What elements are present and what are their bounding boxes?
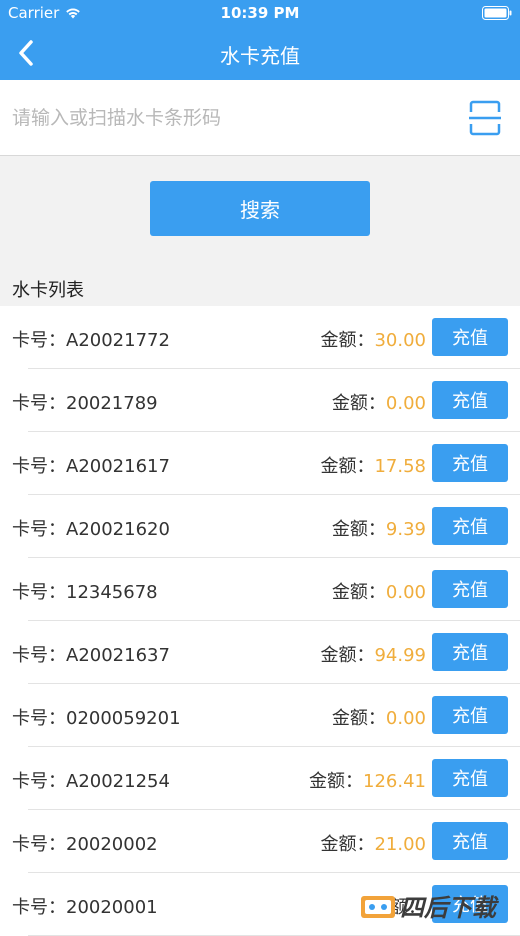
amount-value: 126.41: [363, 771, 426, 792]
card-row: 卡号：20021789金额：0.00充值: [0, 369, 520, 432]
card-number-value: A20021772: [66, 330, 170, 351]
status-time: 10:39 PM: [0, 4, 520, 22]
scan-barcode-button[interactable]: [468, 100, 502, 136]
barcode-search-input[interactable]: [12, 98, 442, 138]
card-number-label: 卡号：: [12, 834, 66, 855]
amount-value: 17.58: [374, 456, 426, 477]
card-number-value: 0200059201: [66, 708, 181, 729]
card-amount: 金额：0.00: [332, 389, 426, 415]
card-number-value: 12345678: [66, 582, 158, 603]
recharge-button[interactable]: 充值: [432, 444, 508, 482]
card-number: 卡号：A20021254: [12, 767, 170, 793]
card-amount: 金额：94.99: [320, 641, 426, 667]
card-number: 卡号：A20021637: [12, 641, 170, 667]
amount-value: 94.99: [374, 645, 426, 666]
card-amount: 金额：17.58: [320, 452, 426, 478]
card-number-label: 卡号：: [12, 330, 66, 351]
recharge-button[interactable]: 充值: [432, 696, 508, 734]
card-number-value: 20021789: [66, 393, 158, 414]
card-row: 卡号：0200059201金额：0.00充值: [0, 684, 520, 747]
card-number-value: A20021620: [66, 519, 170, 540]
watermark-text: 四后下载: [400, 888, 496, 923]
amount-value: 9.39: [386, 519, 426, 540]
card-number-label: 卡号：: [12, 708, 66, 729]
card-row: 卡号：A20021620金额：9.39充值: [0, 495, 520, 558]
amount-value: 0.00: [386, 393, 426, 414]
card-list: 卡号：A20021772金额：30.00充值卡号：20021789金额：0.00…: [0, 306, 520, 936]
card-list-title: 水卡列表: [12, 276, 84, 302]
recharge-button[interactable]: 充值: [432, 381, 508, 419]
card-number: 卡号：20020001: [12, 893, 158, 919]
card-number: 卡号：A20021617: [12, 452, 170, 478]
watermark: 四后下载: [360, 888, 510, 924]
card-number-label: 卡号：: [12, 519, 66, 540]
battery-icon: [482, 6, 512, 20]
card-amount: 金额：30.00: [320, 326, 426, 352]
status-bar: Carrier 10:39 PM: [0, 0, 520, 26]
navigation-bar: 水卡充值: [0, 26, 520, 80]
card-number-label: 卡号：: [12, 456, 66, 477]
amount-label: 金额：: [332, 582, 386, 603]
card-amount: 金额：0.00: [332, 704, 426, 730]
recharge-button[interactable]: 充值: [432, 507, 508, 545]
card-number-value: 20020001: [66, 897, 158, 918]
card-amount: 金额：126.41: [309, 767, 426, 793]
amount-label: 金额：: [320, 645, 374, 666]
watermark-logo-icon: [360, 892, 396, 922]
card-number: 卡号：20020002: [12, 830, 158, 856]
card-row: 卡号：20020002金额：21.00充值: [0, 810, 520, 873]
search-button[interactable]: 搜索: [150, 181, 370, 236]
card-number-value: 20020002: [66, 834, 158, 855]
card-number-label: 卡号：: [12, 897, 66, 918]
amount-label: 金额：: [332, 708, 386, 729]
recharge-button[interactable]: 充值: [432, 633, 508, 671]
card-row: 卡号：A20021617金额：17.58充值: [0, 432, 520, 495]
amount-value: 30.00: [374, 330, 426, 351]
amount-label: 金额：: [332, 393, 386, 414]
amount-label: 金额：: [332, 519, 386, 540]
card-number-label: 卡号：: [12, 582, 66, 603]
card-number-value: A20021637: [66, 645, 170, 666]
amount-value: 0.00: [386, 582, 426, 603]
amount-label: 金额：: [320, 456, 374, 477]
card-number: 卡号：0200059201: [12, 704, 181, 730]
amount-label: 金额：: [320, 330, 374, 351]
card-number-label: 卡号：: [12, 771, 66, 792]
card-number: 卡号：12345678: [12, 578, 158, 604]
card-amount: 金额：9.39: [332, 515, 426, 541]
card-number-value: A20021254: [66, 771, 170, 792]
card-amount: 金额：21.00: [320, 830, 426, 856]
amount-label: 金额：: [309, 771, 363, 792]
page-title: 水卡充值: [0, 40, 520, 69]
card-row: 卡号：A20021254金额：126.41充值: [0, 747, 520, 810]
recharge-button[interactable]: 充值: [432, 318, 508, 356]
card-amount: 金额：0.00: [332, 578, 426, 604]
amount-value: 0.00: [386, 708, 426, 729]
app-header: Carrier 10:39 PM 水卡充值: [0, 0, 520, 80]
card-number-label: 卡号：: [12, 393, 66, 414]
recharge-button[interactable]: 充值: [432, 822, 508, 860]
search-bar: [0, 80, 520, 156]
scan-icon: [468, 100, 502, 136]
card-row: 卡号：12345678金额：0.00充值: [0, 558, 520, 621]
amount-label: 金额：: [320, 834, 374, 855]
card-number: 卡号：A20021620: [12, 515, 170, 541]
card-number-label: 卡号：: [12, 645, 66, 666]
card-number: 卡号：A20021772: [12, 326, 170, 352]
recharge-button[interactable]: 充值: [432, 759, 508, 797]
recharge-button[interactable]: 充值: [432, 570, 508, 608]
card-number-value: A20021617: [66, 456, 170, 477]
card-number: 卡号：20021789: [12, 389, 158, 415]
amount-value: 21.00: [374, 834, 426, 855]
card-row: 卡号：A20021772金额：30.00充值: [0, 306, 520, 369]
card-row: 卡号：A20021637金额：94.99充值: [0, 621, 520, 684]
